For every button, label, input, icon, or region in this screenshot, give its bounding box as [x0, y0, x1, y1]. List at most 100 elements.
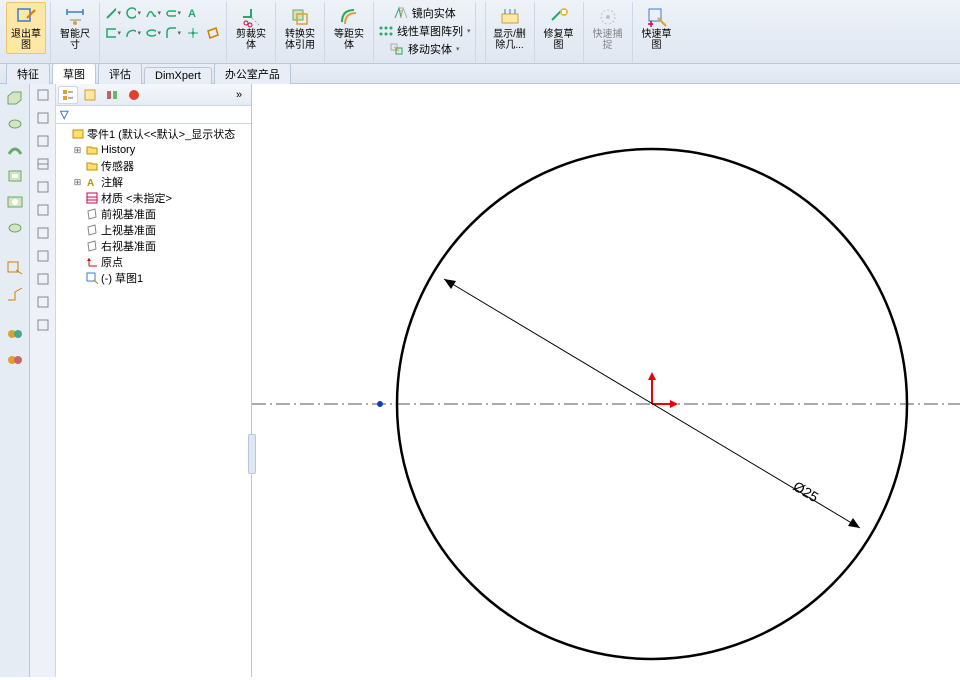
tp6-icon[interactable] — [36, 203, 50, 220]
arc-icon[interactable]: ▾ — [124, 24, 142, 42]
tree-annotations[interactable]: ⊞ A 注解 — [58, 174, 251, 190]
sketch-node-icon — [85, 271, 99, 285]
tree-material[interactable]: 材质 <未指定> — [58, 190, 251, 206]
mirror-icon — [393, 6, 409, 20]
expand-icon[interactable]: ⊞ — [72, 145, 83, 156]
linear-pattern-button[interactable]: 线性草图阵列▾ — [378, 22, 471, 40]
origin-icon — [85, 255, 99, 269]
revolve-boss-icon[interactable] — [5, 114, 25, 134]
tree-sketch1[interactable]: (-) 草图1 — [58, 270, 251, 286]
show-hide-button[interactable]: 显示/删 除几... — [490, 2, 530, 54]
panel-collapse-button[interactable]: » — [229, 86, 249, 104]
ellipse-icon[interactable]: ▾ — [144, 24, 162, 42]
appearances2-icon[interactable] — [5, 350, 25, 370]
tree-material-label: 材质 <未指定> — [101, 190, 172, 206]
convert-label: 转换实 体引用 — [285, 29, 315, 51]
tree-sensors-label: 传感器 — [101, 158, 134, 174]
line-icon[interactable]: ▾ — [104, 4, 122, 22]
tp11-icon[interactable] — [36, 318, 50, 335]
tab-dimxpert[interactable]: DimXpert — [144, 67, 212, 84]
tp10-icon[interactable] — [36, 295, 50, 312]
expand-icon[interactable]: ⊞ — [72, 177, 83, 188]
tree-root[interactable]: 零件1 (默认<<默认>_显示状态 — [58, 126, 251, 142]
circle-icon[interactable]: ▾ — [124, 4, 142, 22]
sketch-icon[interactable] — [5, 258, 25, 278]
panel-tab-dimxpert[interactable] — [124, 86, 144, 104]
panel-splitter[interactable] — [248, 434, 256, 474]
offset-label: 等距实 体 — [334, 29, 364, 51]
convert-icon — [288, 5, 312, 29]
plane-icon — [85, 223, 99, 237]
tree-history[interactable]: ⊞ History — [58, 142, 251, 158]
tree-annotations-label: 注解 — [101, 174, 123, 190]
exit-sketch-button[interactable]: 退出草 图 — [6, 2, 46, 54]
tree-top-label: 上视基准面 — [101, 222, 156, 238]
feature-tree-panel: » ▽ 零件1 (默认<<默认>_显示状态 ⊞ History 传感器 ⊞ — [56, 84, 252, 677]
annotation-icon: A — [85, 175, 99, 189]
command-tabs: 特征 草图 评估 DimXpert 办公室产品 — [0, 64, 960, 84]
tp4-icon[interactable] — [36, 157, 50, 174]
quick-snap-button[interactable]: 快速捕 捉 — [588, 2, 628, 54]
diameter-dimension[interactable]: Ø25 — [444, 279, 860, 528]
panel-tab-property[interactable] — [80, 86, 100, 104]
fillet-icon[interactable]: ▾ — [164, 24, 182, 42]
tree-history-label: History — [101, 144, 135, 156]
tab-evaluate[interactable]: 评估 — [98, 63, 142, 84]
plane-icon[interactable] — [204, 24, 222, 42]
rapid-sketch-button[interactable]: 快速草 图 — [637, 2, 677, 54]
left-toolbar — [0, 84, 30, 677]
hole-wizard-icon[interactable] — [5, 192, 25, 212]
sketch-canvas: Ø25 — [252, 84, 960, 677]
tp1-icon[interactable] — [36, 88, 50, 105]
spline-icon[interactable]: ▾ — [144, 4, 162, 22]
tab-office[interactable]: 办公室产品 — [214, 63, 291, 84]
folder-icon — [85, 143, 99, 157]
text-icon[interactable]: A — [184, 4, 202, 22]
tp8-icon[interactable] — [36, 249, 50, 266]
origin-marker — [648, 372, 678, 408]
convert-entities-button[interactable]: 转换实 体引用 — [280, 2, 320, 54]
tree-origin[interactable]: 原点 — [58, 254, 251, 270]
svg-text:A: A — [188, 8, 196, 20]
swept-boss-icon[interactable] — [5, 140, 25, 160]
rectangle-icon[interactable]: ▾ — [104, 24, 122, 42]
smart-dimension-button[interactable]: 智能尺 寸 — [55, 2, 95, 54]
tree-top-plane[interactable]: 上视基准面 — [58, 222, 251, 238]
offset-entities-button[interactable]: 等距实 体 — [329, 2, 369, 54]
panel-tab-config[interactable] — [102, 86, 122, 104]
plane-icon — [85, 239, 99, 253]
tp3-icon[interactable] — [36, 134, 50, 151]
graphics-area[interactable]: Ø25 — [252, 84, 960, 677]
appearances-icon[interactable] — [5, 324, 25, 344]
svg-text:A: A — [87, 178, 94, 188]
panel-tab-feature-tree[interactable] — [58, 86, 78, 104]
tp7-icon[interactable] — [36, 226, 50, 243]
extrude-cut-icon[interactable] — [5, 166, 25, 186]
tp9-icon[interactable] — [36, 272, 50, 289]
tree-sensors[interactable]: 传感器 — [58, 158, 251, 174]
tp5-icon[interactable] — [36, 180, 50, 197]
point-icon[interactable] — [184, 24, 202, 42]
feature-tree[interactable]: 零件1 (默认<<默认>_显示状态 ⊞ History 传感器 ⊞ A 注解 材… — [56, 124, 251, 677]
tree-right-plane[interactable]: 右视基准面 — [58, 238, 251, 254]
repair-sketch-button[interactable]: 修复草 图 — [539, 2, 579, 54]
tree-origin-label: 原点 — [101, 254, 123, 270]
repair-icon — [547, 5, 571, 29]
tree-front-plane[interactable]: 前视基准面 — [58, 206, 251, 222]
extrude-boss-icon[interactable] — [5, 88, 25, 108]
revolve-cut-icon[interactable] — [5, 218, 25, 238]
trim-button[interactable]: 剪裁实 体 — [231, 2, 271, 54]
tab-features[interactable]: 特征 — [6, 63, 50, 84]
tp2-icon[interactable] — [36, 111, 50, 128]
slot-icon[interactable]: ▾ — [164, 4, 182, 22]
tab-sketch[interactable]: 草图 — [52, 63, 96, 84]
show-hide-icon — [498, 5, 522, 29]
3dsketch-icon[interactable] — [5, 284, 25, 304]
filter-icon[interactable]: ▽ — [60, 108, 68, 121]
quick-snap-label: 快速捕 捉 — [593, 29, 623, 51]
exit-sketch-icon — [14, 5, 38, 29]
move-entities-button[interactable]: 移动实体▾ — [389, 40, 460, 58]
sketch-tools-grid: ▾ ▾ ▾ ▾ A ▾ ▾ ▾ ▾ — [104, 2, 222, 42]
exit-sketch-label: 退出草 图 — [11, 29, 41, 51]
mirror-button[interactable]: 镜向实体 — [393, 4, 456, 22]
